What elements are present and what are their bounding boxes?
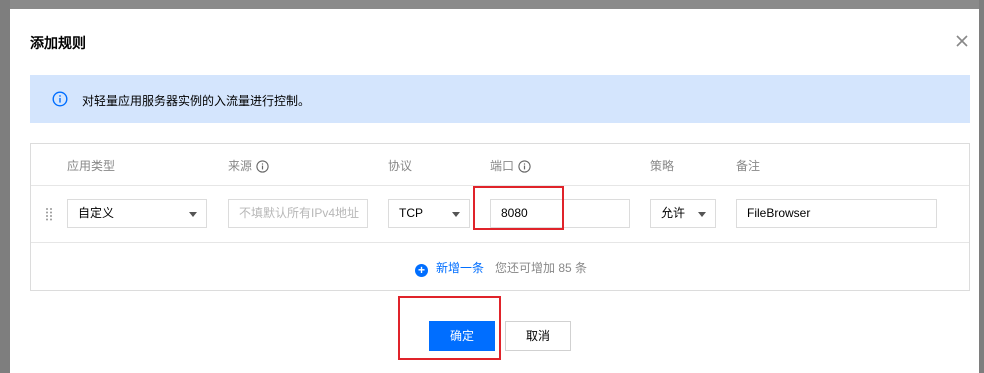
info-icon [52,91,68,107]
header-source-label: 来源 [228,159,253,173]
header-type: 应用类型 [67,159,116,173]
confirm-highlight-box [398,296,501,360]
drag-handle-icon[interactable] [44,207,54,221]
close-icon[interactable] [952,31,972,51]
add-rule-label: 新增一条 [436,261,485,275]
header-protocol: 协议 [388,159,413,173]
policy-select[interactable]: 允许 [650,199,716,228]
add-rule-button[interactable]: + 新增一条 [415,259,484,277]
backdrop-left [0,0,10,373]
type-select[interactable]: 自定义 [67,199,207,228]
cancel-button[interactable]: 取消 [505,321,571,351]
remark-input[interactable]: FileBrowser [736,199,937,228]
header-port-label: 端口 [490,159,515,173]
plus-icon: + [415,264,428,277]
header-source: 来源 [228,157,269,174]
dialog-title: 添加规则 [30,35,86,51]
source-input[interactable]: 不填默认所有IPv4地址 [228,199,368,228]
policy-select-value: 允许 [661,206,686,220]
help-icon[interactable] [518,160,531,173]
protocol-select[interactable]: TCP [388,199,470,228]
chevron-down-icon [189,212,197,217]
add-row-area: + 新增一条 您还可增加 85 条 [31,243,969,290]
notice-text: 对轻量应用服务器实例的入流量进行控制。 [82,94,311,108]
header-remark: 备注 [736,159,761,173]
protocol-select-value: TCP [399,206,423,220]
backdrop-right [979,0,984,373]
chevron-down-icon [452,212,460,217]
table-header: 应用类型 来源 协议 端口 策略 备注 [31,144,969,186]
add-rule-dialog: 添加规则 对轻量应用服务器实例的入流量进行控制。 应用类型 来源 协议 端口 策… [10,9,979,373]
header-port: 端口 [490,157,531,174]
header-policy: 策略 [650,159,675,173]
add-hint-text: 您还可增加 85 条 [495,261,588,275]
help-icon[interactable] [256,160,269,173]
chevron-down-icon [698,212,706,217]
port-highlight-box [473,186,564,230]
notice-banner: 对轻量应用服务器实例的入流量进行控制。 [30,75,970,123]
type-select-value: 自定义 [78,206,115,220]
